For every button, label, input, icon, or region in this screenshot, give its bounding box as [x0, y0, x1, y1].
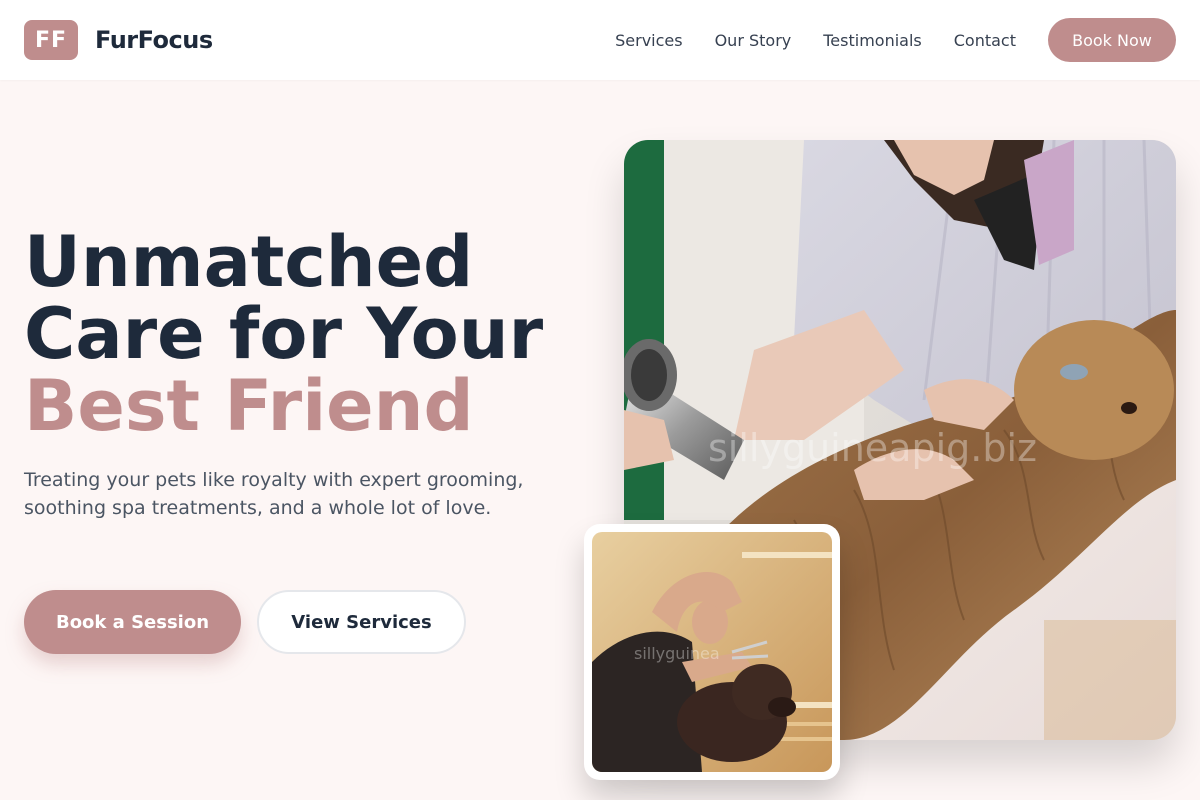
- view-services-button[interactable]: View Services: [257, 590, 466, 654]
- hero-title-line-2: Care for Your: [24, 293, 544, 375]
- nav-link-services[interactable]: Services: [615, 31, 682, 50]
- hero-subtitle: Treating your pets like royalty with exp…: [24, 469, 524, 519]
- site-header: FF FurFocus Services Our Story Testimoni…: [0, 0, 1200, 80]
- hero-title: Unmatched Care for Your Best Friend: [24, 226, 543, 442]
- inset-photo-card: sillyguinea: [584, 524, 840, 780]
- book-session-button[interactable]: Book a Session: [24, 590, 241, 654]
- hero-title-line-1: Unmatched: [24, 221, 474, 303]
- brand[interactable]: FF FurFocus: [24, 20, 213, 60]
- book-now-button[interactable]: Book Now: [1048, 18, 1176, 62]
- logo-mark[interactable]: FF: [24, 20, 78, 60]
- nav-link-contact[interactable]: Contact: [954, 31, 1016, 50]
- inset-grooming-photo: [592, 532, 832, 772]
- nav-link-our-story[interactable]: Our Story: [715, 31, 792, 50]
- brand-name[interactable]: FurFocus: [95, 26, 213, 54]
- hero-title-line-3: Best Friend: [24, 365, 474, 447]
- main-nav: Services Our Story Testimonials Contact …: [615, 18, 1176, 62]
- nav-link-testimonials[interactable]: Testimonials: [823, 31, 922, 50]
- groomer-with-poodle-illustration: [592, 532, 832, 772]
